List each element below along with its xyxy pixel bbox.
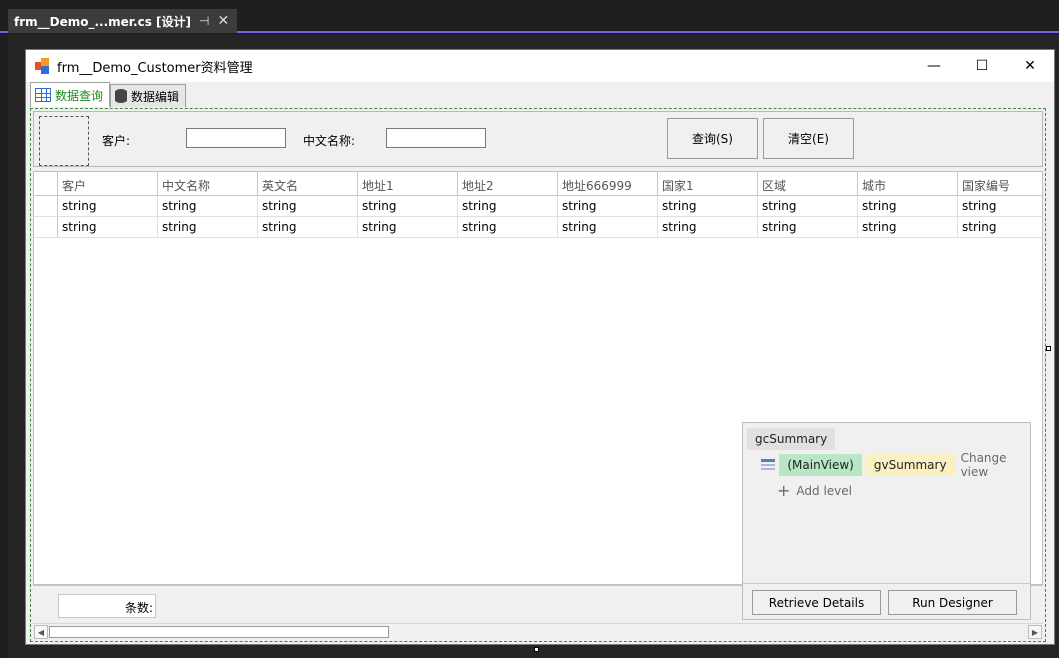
filter-panel: 客户: 中文名称: 查询(S) 清空(E) (33, 111, 1043, 167)
table-cell[interactable]: string (758, 196, 858, 216)
document-tab[interactable]: frm__Demo_...mer.cs [设计] ⊣ ✕ (8, 9, 238, 33)
table-cell[interactable]: string (658, 196, 758, 216)
resize-handle-right[interactable] (1046, 346, 1051, 351)
resize-handle-bottom[interactable] (534, 647, 539, 652)
cn-name-input[interactable] (386, 128, 486, 148)
window-controls: — ☐ ✕ (910, 50, 1054, 82)
table-cell[interactable]: string (258, 217, 358, 237)
minimize-icon[interactable]: — (910, 50, 958, 82)
table-cell[interactable]: string (358, 196, 458, 216)
scroll-right-icon[interactable]: ▶ (1028, 625, 1042, 639)
table-cell[interactable]: string (358, 217, 458, 237)
document-tabstrip: frm__Demo_...mer.cs [设计] ⊣ ✕ (0, 0, 1059, 33)
table-cell[interactable]: string (958, 196, 1042, 216)
table-cell[interactable]: string (958, 217, 1042, 237)
table-cell[interactable]: string (58, 217, 158, 237)
row-indicator[interactable] (34, 217, 58, 237)
table-cell[interactable]: string (758, 217, 858, 237)
row-indicator[interactable] (34, 196, 58, 216)
column-header[interactable]: 中文名称 (158, 172, 258, 195)
app-icon (35, 58, 51, 74)
main-view-row: (MainView) gvSummary Change view (761, 451, 1030, 479)
run-designer-button[interactable]: Run Designer (888, 590, 1017, 615)
view-name-chip[interactable]: gvSummary (865, 454, 955, 476)
scroll-thumb[interactable] (49, 626, 389, 638)
table-cell[interactable]: string (158, 217, 258, 237)
table-cell[interactable]: string (558, 196, 658, 216)
column-header[interactable]: 国家编号 (958, 172, 1042, 195)
close-window-icon[interactable]: ✕ (1006, 50, 1054, 82)
column-header[interactable]: 客户 (58, 172, 158, 195)
row-indicator-header (34, 172, 58, 195)
add-level-link[interactable]: + Add level (777, 481, 852, 500)
table-cell[interactable]: string (158, 196, 258, 216)
retrieve-details-button[interactable]: Retrieve Details (752, 590, 881, 615)
tab-label: 数据编辑 (131, 89, 180, 104)
count-label: 条数: (58, 594, 156, 618)
table-cell[interactable]: string (458, 217, 558, 237)
grid-icon (35, 88, 51, 102)
cn-name-label: 中文名称: (303, 134, 356, 148)
column-header[interactable]: 区域 (758, 172, 858, 195)
database-icon (115, 89, 128, 103)
table-cell[interactable]: string (58, 196, 158, 216)
pin-icon[interactable]: ⊣ (199, 14, 209, 28)
scroll-left-icon[interactable]: ◀ (34, 625, 48, 639)
document-tab-title: frm__Demo_...mer.cs [设计] (14, 14, 191, 29)
level-designer-panel: gcSummary (MainView) gvSummary Change vi… (742, 422, 1031, 620)
close-tab-icon[interactable]: ✕ (217, 13, 229, 29)
grid-view-icon (761, 459, 776, 471)
query-button[interactable]: 查询(S) (667, 118, 758, 159)
plus-icon: + (777, 481, 791, 500)
customer-label: 客户: (102, 134, 131, 148)
table-cell[interactable]: string (858, 196, 958, 216)
main-view-chip[interactable]: (MainView) (779, 454, 862, 476)
clear-button[interactable]: 清空(E) (763, 118, 854, 159)
form-titlebar: frm__Demo_Customer资料管理 — ☐ ✕ (26, 50, 1054, 82)
table-row[interactable]: string string string string string strin… (34, 217, 1042, 238)
column-header[interactable]: 城市 (858, 172, 958, 195)
table-cell[interactable]: string (258, 196, 358, 216)
grid-header: 客户 中文名称 英文名 地址1 地址2 地址666999 国家1 区域 城市 国… (34, 172, 1042, 196)
grid-control-name: gcSummary (747, 428, 836, 450)
table-row[interactable]: string string string string string strin… (34, 196, 1042, 217)
table-cell[interactable]: string (658, 217, 758, 237)
table-cell[interactable]: string (858, 217, 958, 237)
column-header[interactable]: 地址1 (358, 172, 458, 195)
tab-data-edit[interactable]: 数据编辑 (110, 84, 187, 107)
tab-strip: 数据查询 数据编辑 (30, 82, 187, 107)
customer-input[interactable] (186, 128, 286, 148)
column-header[interactable]: 地址666999 (558, 172, 658, 195)
form-title: frm__Demo_Customer资料管理 (57, 60, 253, 76)
maximize-icon[interactable]: ☐ (958, 50, 1006, 82)
placeholder-box[interactable] (39, 116, 89, 166)
change-view-link[interactable]: Change view (961, 451, 1030, 479)
tab-data-query[interactable]: 数据查询 (30, 82, 111, 107)
add-level-label: Add level (796, 483, 852, 498)
tab-label: 数据查询 (55, 88, 104, 103)
column-header[interactable]: 英文名 (258, 172, 358, 195)
horizontal-scrollbar[interactable]: ◀ ▶ (33, 623, 1043, 639)
table-cell[interactable]: string (458, 196, 558, 216)
column-header[interactable]: 国家1 (658, 172, 758, 195)
level-designer-footer: Retrieve Details Run Designer (743, 583, 1030, 619)
column-header[interactable]: 地址2 (458, 172, 558, 195)
table-cell[interactable]: string (558, 217, 658, 237)
